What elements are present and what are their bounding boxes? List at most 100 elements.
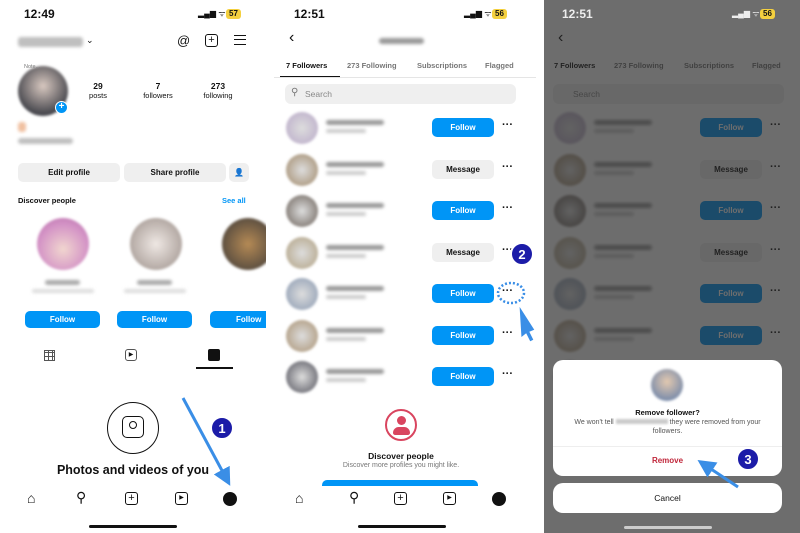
follow-button[interactable]: Follow <box>432 284 494 303</box>
suggestion-follow-button[interactable]: Follow <box>25 311 100 328</box>
follower-username-blurred[interactable] <box>326 369 384 374</box>
add-story-icon[interactable]: + <box>55 101 68 114</box>
nav-search-icon[interactable]: ⚲ <box>76 489 86 506</box>
follower-username-blurred[interactable] <box>326 327 384 333</box>
tab-followers[interactable]: 7 Followers <box>286 61 327 70</box>
cancel-button[interactable]: Cancel <box>553 483 782 513</box>
follower-username-blurred[interactable] <box>326 286 384 291</box>
menu-icon[interactable] <box>234 35 246 45</box>
reels-icon[interactable]: ▶ <box>125 349 137 361</box>
follower-row[interactable]: Follow ··· <box>274 277 536 311</box>
threads-icon[interactable]: @ <box>177 33 190 48</box>
follower-avatar[interactable] <box>286 236 318 269</box>
nav-home-icon[interactable]: ⌂ <box>27 490 35 506</box>
follower-row[interactable]: Follow ··· <box>274 111 536 145</box>
status-time: 12:51 <box>562 7 593 21</box>
message-button[interactable]: Message <box>432 159 494 179</box>
more-options-button[interactable]: ··· <box>502 161 513 173</box>
tagged-icon[interactable] <box>208 349 220 361</box>
chevron-down-icon[interactable]: ⌄ <box>86 35 94 46</box>
more-options-button[interactable]: ··· <box>502 327 513 339</box>
suggestion-follow-button[interactable]: Follow <box>210 311 266 328</box>
grid-icon[interactable] <box>44 350 55 361</box>
nav-home-icon[interactable]: ⌂ <box>295 490 303 506</box>
search-icon: ⚲ <box>291 87 299 98</box>
nav-profile-icon[interactable] <box>492 492 506 506</box>
more-options-button[interactable]: ··· <box>502 119 513 131</box>
follower-row[interactable]: Message ··· <box>274 236 536 270</box>
nav-create-icon[interactable]: + <box>125 492 138 505</box>
stat-followers[interactable]: 7 followers <box>133 81 183 100</box>
add-person-icon[interactable]: 👤 <box>229 163 249 182</box>
suggestion-follow-button[interactable]: Follow <box>117 311 192 328</box>
bio-blurred <box>18 138 73 144</box>
discover-people-subtitle: Discover more profiles you might like. <box>342 462 460 469</box>
suggestion-avatar[interactable] <box>130 218 182 270</box>
follower-name-blurred <box>326 295 366 299</box>
tab-flagged[interactable]: Flagged <box>485 61 514 70</box>
home-indicator <box>358 525 446 528</box>
discover-people-title: Discover people <box>18 196 76 205</box>
follow-button[interactable]: Follow <box>432 201 494 220</box>
battery-indicator: 57 <box>226 9 241 19</box>
discover-people-icon <box>385 409 417 441</box>
followers-screen: 12:51 ▂▄▆ ᯤ 56 ‹ 7 Followers 273 Followi… <box>274 0 536 533</box>
follower-username-blurred[interactable] <box>326 120 384 125</box>
suggestion-name-blurred <box>45 280 80 285</box>
message-button[interactable]: Message <box>432 242 494 262</box>
suggestion-avatar[interactable] <box>37 218 89 270</box>
follower-avatar[interactable] <box>286 278 318 310</box>
more-options-button[interactable]: ··· <box>502 202 513 214</box>
active-tab-underline <box>196 367 233 369</box>
follower-row[interactable]: Follow ··· <box>274 194 536 228</box>
edit-profile-button[interactable]: Edit profile <box>18 163 120 182</box>
follower-row[interactable]: Follow ··· <box>274 360 536 394</box>
share-profile-button[interactable]: Share profile <box>124 163 226 182</box>
remove-button[interactable]: Remove <box>553 456 782 465</box>
follower-username-blurred[interactable] <box>326 203 384 208</box>
nav-search-icon[interactable]: ⚲ <box>349 489 359 506</box>
nav-reels-icon[interactable]: ▶ <box>175 492 188 505</box>
stat-posts[interactable]: 29 posts <box>73 81 123 100</box>
follower-avatar[interactable] <box>286 319 318 352</box>
follower-avatar[interactable] <box>286 153 318 186</box>
nav-reels-icon[interactable]: ▶ <box>443 492 456 505</box>
see-all-link[interactable]: See all <box>222 196 246 205</box>
search-input[interactable]: ⚲ Search <box>285 84 516 104</box>
follower-avatar[interactable] <box>286 112 318 144</box>
suggestion-sub-blurred <box>124 289 186 293</box>
tagged-empty-icon <box>107 402 159 454</box>
follower-row[interactable]: Message ··· <box>274 153 536 187</box>
suggestion-avatar[interactable] <box>222 218 266 270</box>
follower-avatar[interactable] <box>286 195 318 227</box>
follower-name-blurred <box>326 129 366 133</box>
stat-following[interactable]: 273 following <box>193 81 243 100</box>
follow-button[interactable]: Follow <box>432 325 494 345</box>
follower-username-blurred[interactable] <box>326 161 384 167</box>
follower-name-blurred <box>326 253 366 258</box>
more-options-button[interactable]: ··· <box>502 285 513 297</box>
see-all-button-partial[interactable] <box>322 480 478 486</box>
follow-button[interactable]: Follow <box>432 367 494 386</box>
battery-indicator: 56 <box>492 9 507 19</box>
tab-subscriptions[interactable]: Subscriptions <box>417 61 467 70</box>
username-blurred[interactable] <box>18 37 83 47</box>
home-indicator <box>624 526 712 529</box>
new-post-icon[interactable]: + <box>205 34 218 47</box>
follow-button[interactable]: Follow <box>432 118 494 137</box>
follower-avatar[interactable] <box>286 361 318 393</box>
discover-people-title: Discover people <box>368 451 434 461</box>
back-icon[interactable]: ‹ <box>289 29 294 47</box>
follower-username-blurred[interactable] <box>326 244 384 250</box>
nav-create-icon[interactable]: + <box>394 492 407 505</box>
follower-name-blurred <box>326 212 366 216</box>
nav-profile-icon[interactable] <box>223 492 237 506</box>
signal-wifi-icon: ▂▄▆ ᯤ <box>198 9 226 18</box>
more-options-button[interactable]: ··· <box>502 244 513 256</box>
more-options-button[interactable]: ··· <box>502 368 513 380</box>
dialog-title: Remove follower? <box>635 408 700 417</box>
tab-following[interactable]: 273 Following <box>347 61 397 70</box>
remove-follower-screen: ‹ 7 Followers 273 Following Subscription… <box>544 0 800 533</box>
follower-row[interactable]: Follow ··· <box>274 319 536 353</box>
note-bubble[interactable]: Note... <box>24 64 40 70</box>
